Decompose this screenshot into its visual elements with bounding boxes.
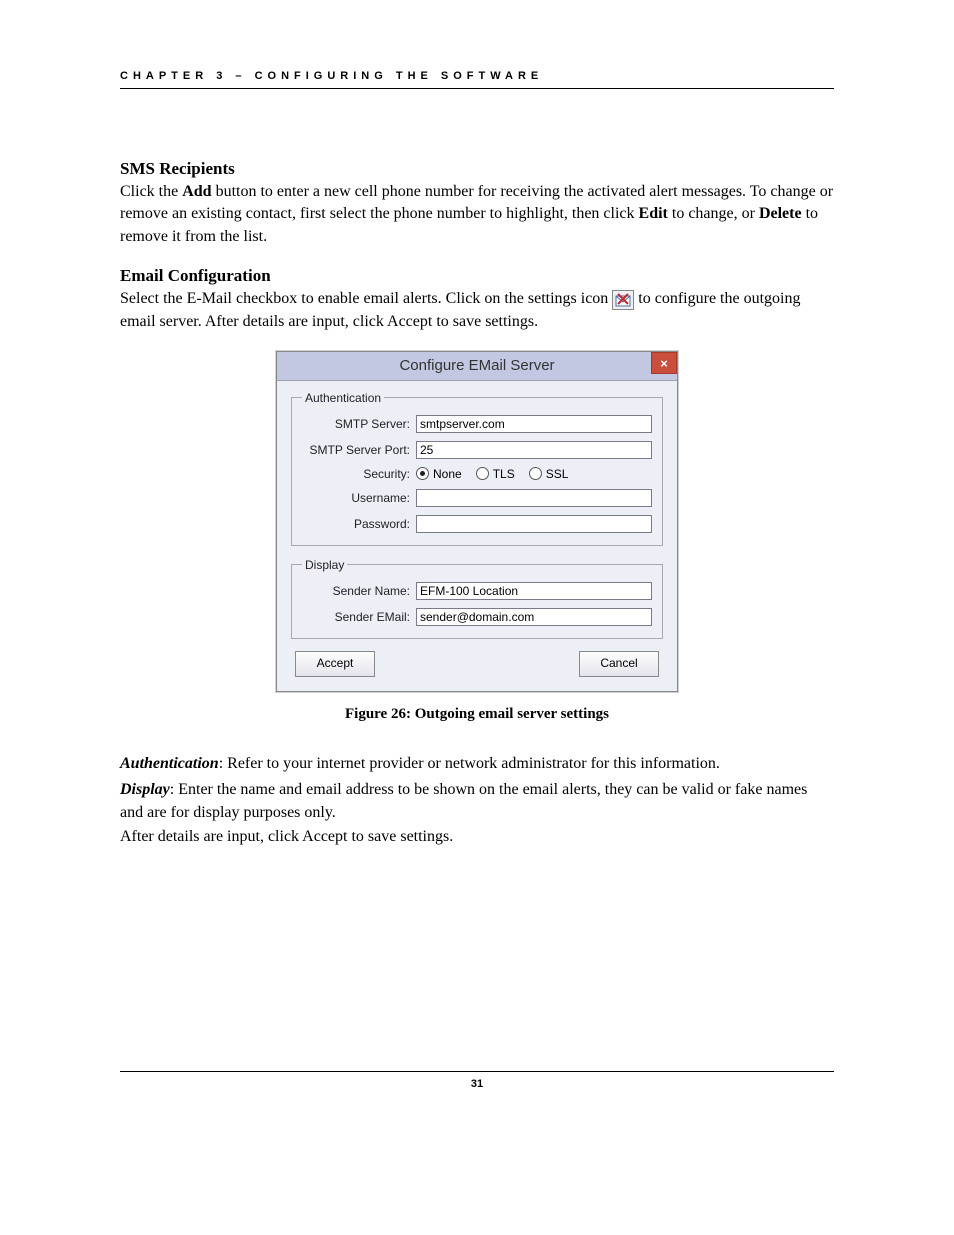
dialog-titlebar: Configure EMail Server × [277,352,677,381]
radio-label: None [433,467,462,481]
row-sender-name: Sender Name: [302,582,652,600]
label-sender-email: Sender EMail: [302,610,416,624]
term-display: Display [120,781,170,798]
radio-security-tls[interactable]: TLS [476,467,515,481]
paragraph-email: Select the E-Mail checkbox to enable ema… [120,288,834,333]
label-username: Username: [302,491,416,505]
page-number: 31 [120,1078,834,1090]
radio-label: TLS [493,467,515,481]
paragraph-authentication-note: Authentication: Refer to your internet p… [120,753,834,775]
term-authentication: Authentication [120,755,219,772]
radio-security-none[interactable]: None [416,467,462,481]
row-smtp-port: SMTP Server Port: [302,441,652,459]
text: Select the E-Mail checkbox to enable ema… [120,290,612,307]
fieldset-authentication: Authentication SMTP Server: SMTP Server … [291,391,663,546]
input-sender-name[interactable] [416,582,652,600]
bold-add: Add [182,183,211,200]
row-username: Username: [302,489,652,507]
bold-delete: Delete [759,205,802,222]
radio-circle-icon [529,467,542,480]
paragraph-display-note: Display: Enter the name and email addres… [120,779,834,824]
input-username[interactable] [416,489,652,507]
heading-email-config: Email Configuration [120,266,834,286]
row-password: Password: [302,515,652,533]
text: : Refer to your internet provider or net… [219,755,720,772]
bold-edit: Edit [639,205,668,222]
radio-dot-icon [416,467,429,480]
legend-authentication: Authentication [302,391,384,405]
document-page: CHAPTER 3 – CONFIGURING THE SOFTWARE SMS… [0,0,954,1130]
dialog-close-button[interactable]: × [651,352,677,374]
heading-sms-recipients: SMS Recipients [120,159,834,179]
radio-circle-icon [476,467,489,480]
chapter-header: CHAPTER 3 – CONFIGURING THE SOFTWARE [120,70,834,82]
label-password: Password: [302,517,416,531]
text: Click the [120,183,182,200]
input-sender-email[interactable] [416,608,652,626]
row-security: Security: None TLS [302,467,652,481]
dialog-figure: Configure EMail Server × Authentication … [120,351,834,692]
input-smtp-port[interactable] [416,441,652,459]
settings-icon [612,290,634,310]
fieldset-display: Display Sender Name: Sender EMail: [291,558,663,639]
label-sender-name: Sender Name: [302,584,416,598]
radio-group-security: None TLS SSL [416,467,568,481]
header-rule [120,88,834,89]
label-smtp-server: SMTP Server: [302,417,416,431]
input-smtp-server[interactable] [416,415,652,433]
text: to change, or [668,205,759,222]
paragraph-sms: Click the Add button to enter a new cell… [120,181,834,248]
figure-caption: Figure 26: Outgoing email server setting… [120,706,834,723]
row-smtp-server: SMTP Server: [302,415,652,433]
radio-label: SSL [546,467,569,481]
label-security: Security: [302,467,416,481]
input-password[interactable] [416,515,652,533]
configure-email-dialog: Configure EMail Server × Authentication … [276,351,678,692]
footer-rule [120,1071,834,1072]
dialog-button-row: Accept Cancel [291,651,663,677]
radio-security-ssl[interactable]: SSL [529,467,569,481]
accept-button[interactable]: Accept [295,651,375,677]
label-smtp-port: SMTP Server Port: [302,443,416,457]
dialog-body: Authentication SMTP Server: SMTP Server … [277,381,677,691]
text: : Enter the name and email address to be… [120,781,807,820]
cancel-button[interactable]: Cancel [579,651,659,677]
legend-display: Display [302,558,347,572]
dialog-title: Configure EMail Server [399,357,554,374]
paragraph-final: After details are input, click Accept to… [120,826,834,848]
row-sender-email: Sender EMail: [302,608,652,626]
page-footer: 31 [120,1071,834,1090]
